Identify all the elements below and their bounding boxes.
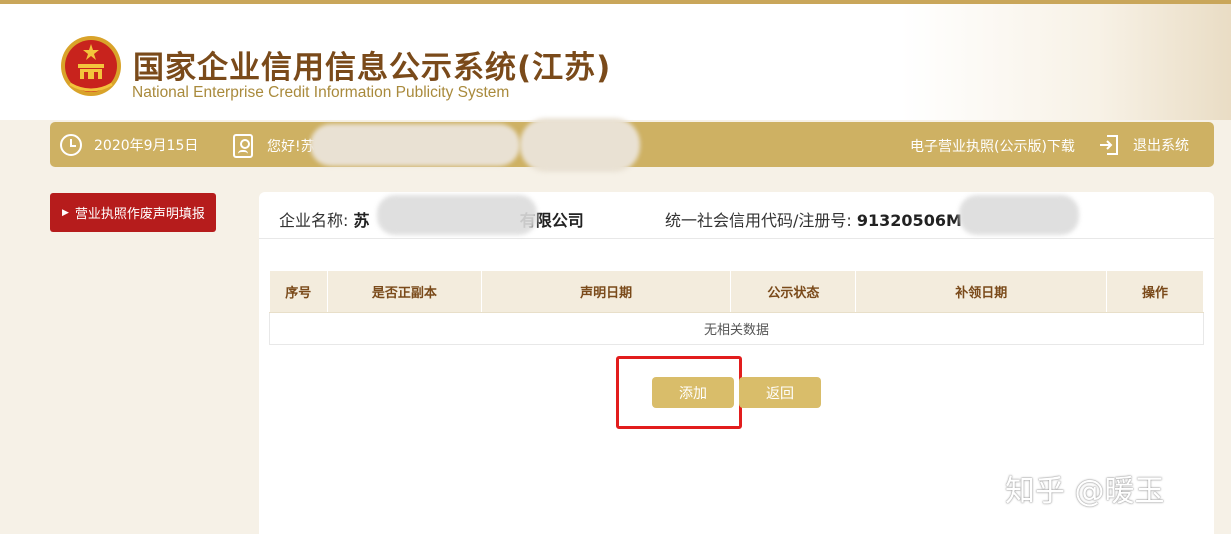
greeting-prefix: 您好!苏 [267, 139, 315, 155]
logout-label: 退出系统 [1133, 138, 1189, 154]
caret-right-icon: ▶ [62, 207, 69, 218]
top-toolbar: 2020年9月15日 您好!苏 公司 电子营业执照(公示版)下载 退出系统 [50, 118, 1214, 172]
sidebar-item-license-void-declaration[interactable]: ▶ 营业执照作废声明填报 [50, 193, 216, 232]
column-header: 操作 [1106, 271, 1204, 313]
declaration-table: 序号 是否正副本 声明日期 公示状态 补领日期 操作 无相关数据 [269, 271, 1204, 345]
company-name-prefix: 苏 [353, 211, 370, 230]
clock-icon [60, 134, 82, 156]
back-button[interactable]: 返回 [739, 377, 821, 408]
company-name-label: 企业名称: [279, 211, 349, 230]
site-title: 国家企业信用信息公示系统(江苏) [133, 50, 612, 86]
header-mountain-decoration [901, 4, 1231, 120]
redaction-blur [959, 195, 1079, 235]
user-icon [233, 134, 253, 158]
table-header-row: 序号 是否正副本 声明日期 公示状态 补领日期 操作 [269, 271, 1204, 313]
national-emblem-icon [61, 36, 121, 96]
column-header: 声明日期 [481, 271, 732, 313]
site-header: 国家企业信用信息公示系统(江苏) National Enterprise Cre… [0, 4, 1231, 120]
column-header: 是否正副本 [327, 271, 482, 313]
date-display: 2020年9月15日 [60, 134, 198, 156]
license-download-link[interactable]: 电子营业执照(公示版)下载 [910, 136, 1075, 156]
redaction-blur [310, 124, 520, 166]
company-info-row: 企业名称: 苏 有限公司 统一社会信用代码/注册号: 91320506M [259, 192, 1214, 239]
watermark-text: 知乎 @暖玉 [1005, 474, 1165, 509]
credit-code-field: 统一社会信用代码/注册号: 91320506M [665, 207, 962, 231]
column-header: 补领日期 [855, 271, 1108, 313]
table-row: 无相关数据 [269, 311, 1204, 345]
redaction-blur [377, 195, 537, 235]
logout-button[interactable]: 退出系统 [1099, 134, 1189, 156]
credit-code-label: 统一社会信用代码/注册号: [665, 211, 852, 230]
logout-icon [1100, 135, 1118, 155]
add-button[interactable]: 添加 [652, 377, 734, 408]
sidebar-item-label: 营业执照作废声明填报 [74, 207, 205, 222]
redaction-blur [520, 118, 640, 172]
column-header: 公示状态 [730, 271, 857, 313]
empty-state-text: 无相关数据 [269, 311, 1204, 345]
site-subtitle: National Enterprise Credit Information P… [132, 84, 510, 101]
credit-code-value: 91320506M [856, 211, 962, 230]
column-header: 序号 [269, 271, 328, 313]
date-text: 2020年9月15日 [94, 138, 199, 154]
